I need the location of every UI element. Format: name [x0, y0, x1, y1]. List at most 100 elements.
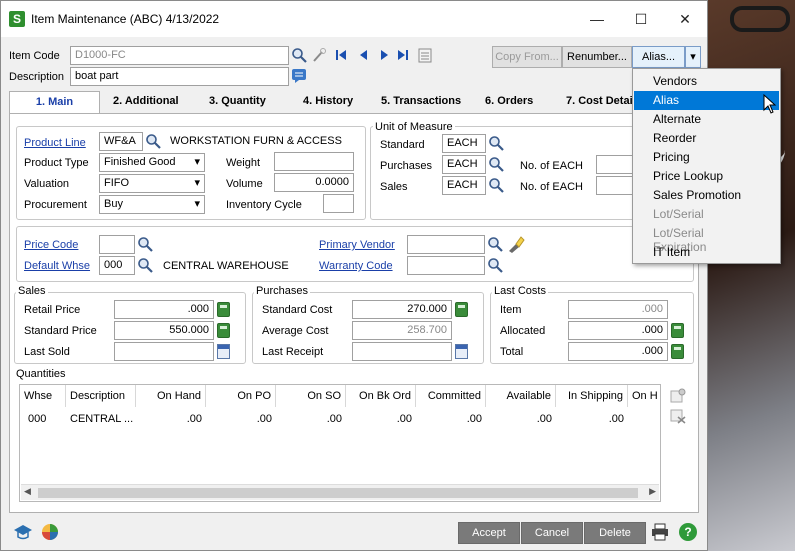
scrollbar-thumb[interactable] [38, 488, 638, 498]
default-whse-link[interactable]: Default Whse [24, 260, 90, 272]
standard-cost-calculator-icon[interactable] [455, 302, 468, 317]
purchases-uom-input[interactable]: EACH [442, 155, 486, 174]
graduation-cap-icon[interactable] [13, 523, 33, 541]
tab-transactions[interactable]: 5. Transactions [375, 91, 467, 113]
next-record-icon[interactable] [379, 49, 391, 61]
last-receipt-calendar-icon[interactable] [455, 344, 468, 359]
menu-item-vendors[interactable]: Vendors [634, 72, 779, 91]
column-header-on-hand[interactable]: On Hand [136, 385, 206, 407]
warranty-code-input[interactable] [407, 256, 485, 275]
retail-price-label: Retail Price [24, 304, 81, 316]
description-input[interactable]: boat part [70, 67, 289, 86]
allocated-calculator-icon[interactable] [671, 323, 684, 338]
last-sold-input[interactable] [114, 342, 214, 361]
product-type-select[interactable]: Finished Good [99, 153, 205, 172]
grid-delete-icon[interactable] [670, 408, 686, 424]
extended-description-icon[interactable] [291, 68, 307, 84]
column-header-description[interactable]: Description [66, 385, 136, 407]
column-header-on-po[interactable]: On PO [206, 385, 276, 407]
default-whse-input[interactable]: 000 [99, 256, 135, 275]
valuation-select[interactable]: FIFO [99, 174, 205, 193]
standard-price-input[interactable]: 550.000 [114, 321, 214, 340]
printer-icon[interactable] [651, 523, 669, 541]
alias-button[interactable]: Alias... [632, 46, 685, 68]
close-button[interactable]: ✕ [665, 7, 705, 31]
primary-vendor-input[interactable] [407, 235, 485, 254]
price-code-link[interactable]: Price Code [24, 239, 78, 251]
menu-item-price-lookup[interactable]: Price Lookup [634, 167, 779, 186]
tab-quantity[interactable]: 3. Quantity [203, 91, 272, 113]
menu-item-it-item[interactable]: IT Item [634, 243, 779, 262]
menu-item-sales-promotion[interactable]: Sales Promotion [634, 186, 779, 205]
warranty-code-link[interactable]: Warranty Code [319, 260, 393, 272]
sales-uom-label: Sales [380, 181, 408, 193]
color-wheel-icon[interactable] [41, 523, 59, 541]
purchases-uom-lookup-icon[interactable] [488, 156, 504, 172]
quantities-grid[interactable]: Whse Description On Hand On PO On SO On … [19, 384, 661, 502]
standard-uom-input[interactable]: EACH [442, 134, 486, 153]
last-receipt-input[interactable] [352, 342, 452, 361]
retail-price-input[interactable]: .000 [114, 300, 214, 319]
column-header-on-h[interactable]: On H [628, 385, 660, 407]
column-header-available[interactable]: Available [486, 385, 556, 407]
maximize-button[interactable]: ☐ [621, 7, 661, 31]
horizontal-scrollbar[interactable]: ◀ ▶ [21, 484, 659, 500]
last-record-icon[interactable] [397, 49, 409, 61]
wand-icon[interactable] [311, 47, 327, 63]
standard-price-calculator-icon[interactable] [217, 323, 230, 338]
tab-main[interactable]: 1. Main [9, 91, 100, 115]
menu-item-alias[interactable]: Alias [634, 91, 779, 110]
retail-price-calculator-icon[interactable] [217, 302, 230, 317]
tab-orders[interactable]: 6. Orders [479, 91, 539, 113]
tab-cost-detail[interactable]: 7. Cost Detail [560, 91, 642, 113]
grid-settings-icon[interactable] [670, 388, 686, 404]
column-header-in-shipping[interactable]: In Shipping [556, 385, 628, 407]
alias-dropdown-button[interactable]: ▾ [685, 46, 701, 68]
copy-from-button[interactable]: Copy From... [492, 46, 562, 68]
item-code-lookup-icon[interactable] [291, 47, 307, 63]
menu-item-reorder[interactable]: Reorder [634, 129, 779, 148]
standard-cost-input[interactable]: 270.000 [352, 300, 452, 319]
product-line-link[interactable]: Product Line [24, 137, 86, 149]
delete-button[interactable]: Delete [584, 522, 646, 544]
item-code-input[interactable]: D1000-FC [70, 46, 289, 65]
renumber-button[interactable]: Renumber... [562, 46, 632, 68]
notes-icon[interactable] [418, 47, 432, 63]
minimize-button[interactable]: — [577, 7, 617, 31]
last-sold-calendar-icon[interactable] [217, 344, 230, 359]
flashlight-icon[interactable] [507, 235, 525, 253]
column-header-on-so[interactable]: On SO [276, 385, 346, 407]
volume-input[interactable]: 0.0000 [274, 173, 354, 192]
scroll-right-arrow-icon[interactable]: ▶ [649, 486, 656, 497]
allocated-input[interactable]: .000 [568, 321, 668, 340]
price-code-input[interactable] [99, 235, 135, 254]
procurement-select[interactable]: Buy [99, 195, 205, 214]
weight-input[interactable] [274, 152, 354, 171]
warranty-code-lookup-icon[interactable] [487, 257, 503, 273]
standard-uom-lookup-icon[interactable] [488, 135, 504, 151]
primary-vendor-lookup-icon[interactable] [487, 236, 503, 252]
menu-item-pricing[interactable]: Pricing [634, 148, 779, 167]
sales-uom-input[interactable]: EACH [442, 176, 486, 195]
previous-record-icon[interactable] [357, 49, 369, 61]
default-whse-lookup-icon[interactable] [137, 257, 153, 273]
help-icon[interactable]: ? [679, 523, 697, 541]
tab-additional[interactable]: 2. Additional [107, 91, 185, 113]
primary-vendor-link[interactable]: Primary Vendor [319, 239, 395, 251]
product-line-input[interactable]: WF&A [99, 132, 143, 151]
product-line-lookup-icon[interactable] [145, 133, 161, 149]
inventory-cycle-input[interactable] [323, 194, 354, 213]
column-header-whse[interactable]: Whse [20, 385, 66, 407]
column-header-committed[interactable]: Committed [416, 385, 486, 407]
scroll-left-arrow-icon[interactable]: ◀ [24, 486, 31, 497]
cancel-button[interactable]: Cancel [521, 522, 583, 544]
menu-item-alternate[interactable]: Alternate [634, 110, 779, 129]
first-record-icon[interactable] [335, 49, 347, 61]
tab-history[interactable]: 4. History [297, 91, 359, 113]
price-code-lookup-icon[interactable] [137, 236, 153, 252]
column-header-on-bk-ord[interactable]: On Bk Ord [346, 385, 416, 407]
accept-button[interactable]: Accept [458, 522, 520, 544]
total-input[interactable]: .000 [568, 342, 668, 361]
total-calculator-icon[interactable] [671, 344, 684, 359]
sales-uom-lookup-icon[interactable] [488, 177, 504, 193]
